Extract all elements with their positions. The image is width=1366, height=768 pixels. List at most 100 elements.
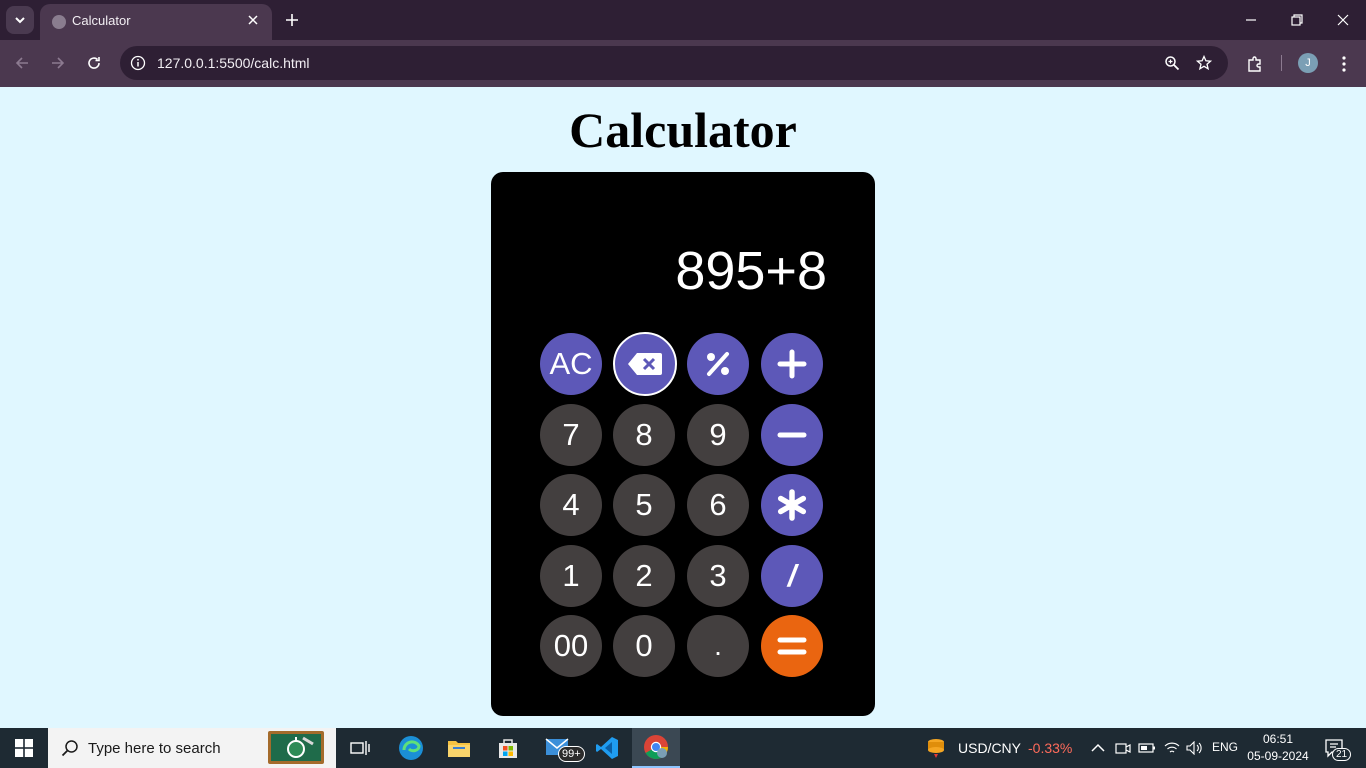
chrome-icon xyxy=(644,735,668,760)
digit-5-button[interactable]: 5 xyxy=(613,474,675,536)
digit-1-button[interactable]: 1 xyxy=(540,545,602,607)
ticker-change[interactable]: -0.33% xyxy=(1028,740,1072,756)
bookmark-button[interactable] xyxy=(1194,53,1214,73)
asterisk-icon xyxy=(777,489,807,521)
digit-2-button[interactable]: 2 xyxy=(613,545,675,607)
divide-button[interactable]: / xyxy=(761,545,823,607)
volume-control[interactable] xyxy=(1185,738,1205,758)
tab-close-button[interactable] xyxy=(244,11,262,29)
extensions-button[interactable] xyxy=(1243,52,1267,76)
restore-button[interactable] xyxy=(1282,6,1312,34)
clear-button[interactable]: AC xyxy=(540,333,602,395)
edge-app[interactable] xyxy=(387,728,435,768)
browser-tab-bar: Calculator xyxy=(0,0,1366,40)
battery-icon xyxy=(1138,743,1155,753)
digit-0-button[interactable]: 0 xyxy=(613,615,675,677)
digit-4-button[interactable]: 4 xyxy=(540,474,602,536)
backspace-button[interactable] xyxy=(613,332,677,396)
calculator-display: 895+8 xyxy=(675,241,827,301)
battery-indicator[interactable] xyxy=(1137,738,1157,758)
info-icon xyxy=(130,55,146,71)
equals-button[interactable] xyxy=(761,615,823,677)
window-close-button[interactable] xyxy=(1328,6,1358,34)
edge-browser-icon xyxy=(399,736,423,760)
minus-icon xyxy=(777,432,807,438)
task-view-icon xyxy=(350,741,370,755)
address-bar[interactable]: 127.0.0.1:5500/calc.html xyxy=(120,46,1228,80)
clock-date[interactable]: 05-09-2024 xyxy=(1244,749,1312,763)
camera-icon xyxy=(1115,743,1131,754)
subtract-button[interactable] xyxy=(761,404,823,466)
microsoft-store-app[interactable] xyxy=(484,728,532,768)
puzzle-icon xyxy=(1248,56,1261,72)
search-icon xyxy=(60,738,80,758)
calculator: 895+8 AC 7 8 9 4 5 6 1 2 3 / 00 0 . xyxy=(491,172,875,716)
toolbar-separator xyxy=(1281,55,1282,71)
digit-8-button[interactable]: 8 xyxy=(613,404,675,466)
percent-button[interactable] xyxy=(687,333,749,395)
chevron-up-icon xyxy=(1091,743,1105,752)
search-placeholder: Type here to search xyxy=(88,740,221,757)
digit-3-button[interactable]: 3 xyxy=(687,545,749,607)
notification-count-badge: 21 xyxy=(1332,748,1352,761)
browser-toolbar: 127.0.0.1:5500/calc.html xyxy=(0,40,1366,87)
file-explorer-app[interactable] xyxy=(435,728,483,768)
zoom-icon xyxy=(1165,56,1180,71)
digit-9-button[interactable]: 9 xyxy=(687,404,749,466)
profile-avatar[interactable]: J xyxy=(1298,53,1318,73)
clock-time[interactable]: 06:51 xyxy=(1248,732,1308,746)
forward-button[interactable] xyxy=(44,49,72,77)
show-hidden-icons-button[interactable] xyxy=(1088,738,1108,758)
wifi-icon xyxy=(1164,742,1180,753)
arrow-right-icon xyxy=(52,57,65,69)
meet-now-button[interactable] xyxy=(1113,738,1133,758)
percent-icon xyxy=(707,352,729,376)
taskbar-search[interactable]: Type here to search xyxy=(48,728,336,768)
folder-icon xyxy=(448,741,470,757)
digit-7-button[interactable]: 7 xyxy=(540,404,602,466)
vscode-app[interactable] xyxy=(583,728,631,768)
input-language[interactable]: ENG xyxy=(1212,740,1238,754)
back-button[interactable] xyxy=(8,49,36,77)
site-info-button[interactable] xyxy=(128,53,148,73)
double-zero-button[interactable]: 00 xyxy=(540,615,602,677)
store-bag-icon xyxy=(499,739,517,758)
star-icon xyxy=(1196,55,1212,71)
browser-menu-button[interactable] xyxy=(1332,52,1356,76)
mail-app[interactable]: 99+ xyxy=(534,728,585,768)
chrome-app[interactable] xyxy=(632,728,680,768)
decimal-button[interactable]: . xyxy=(687,615,749,677)
tab-search-button[interactable] xyxy=(6,6,34,34)
close-icon xyxy=(248,15,258,25)
vscode-icon xyxy=(596,737,618,759)
equals-icon xyxy=(777,637,807,655)
plus-icon xyxy=(777,349,807,379)
add-button[interactable] xyxy=(761,333,823,395)
reload-button[interactable] xyxy=(80,49,108,77)
multiply-button[interactable] xyxy=(761,474,823,536)
url-text: 127.0.0.1:5500/calc.html xyxy=(157,55,310,71)
chevron-down-icon xyxy=(15,17,25,24)
backspace-icon xyxy=(628,353,662,375)
plus-icon xyxy=(286,14,298,26)
kebab-menu-icon xyxy=(1342,56,1346,72)
new-tab-button[interactable] xyxy=(280,8,304,32)
start-button[interactable] xyxy=(0,728,48,768)
task-view-button[interactable] xyxy=(336,728,384,768)
ticker-name[interactable]: USD/CNY xyxy=(958,740,1021,756)
speaker-icon xyxy=(1186,741,1202,755)
minimize-button[interactable] xyxy=(1236,6,1266,34)
arrow-left-icon xyxy=(15,57,28,69)
mail-unread-badge: 99+ xyxy=(558,746,585,762)
network-indicator[interactable] xyxy=(1162,738,1182,758)
close-icon xyxy=(1337,14,1349,26)
page-title: Calculator xyxy=(569,102,797,158)
taskbar: Type here to search 99+ USD/CNY -0.33% E… xyxy=(0,728,1366,768)
tab-title: Calculator xyxy=(72,13,131,28)
stocks-coins-icon xyxy=(928,739,944,758)
browser-tab[interactable]: Calculator xyxy=(40,4,272,40)
zoom-button[interactable] xyxy=(1162,53,1182,73)
digit-6-button[interactable]: 6 xyxy=(687,474,749,536)
minimize-icon xyxy=(1246,19,1256,21)
reload-icon xyxy=(88,57,100,69)
